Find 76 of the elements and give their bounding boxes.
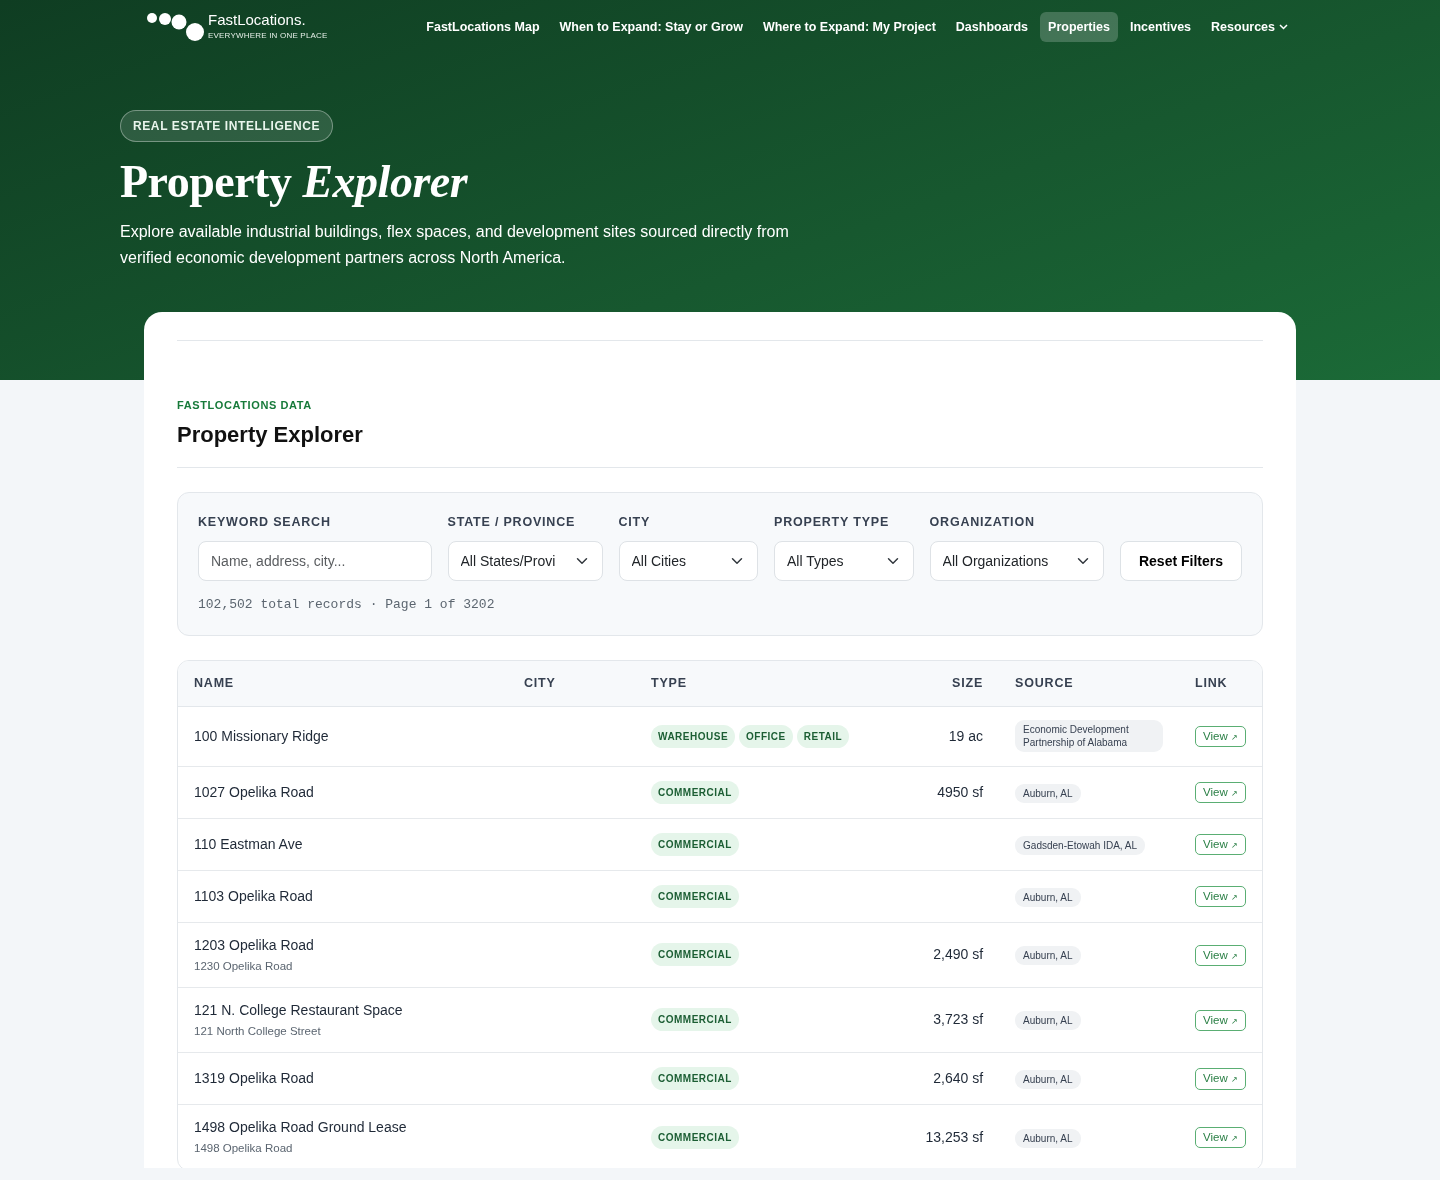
column-header: CITY [508, 660, 635, 706]
type-tag: COMMERCIAL [651, 1067, 739, 1090]
section-badge: REAL ESTATE INTELLIGENCE [120, 110, 334, 142]
view-link[interactable]: View ↗ [1195, 1068, 1246, 1090]
filter-dropdown[interactable]: All States/Provi [447, 541, 603, 582]
size-value: 2,490 sf [933, 946, 984, 963]
property-name: 1103 Opelika Road [194, 886, 314, 906]
filter-label: ORGANIZATION [929, 513, 1036, 531]
source-tag: Auburn, AL [1015, 783, 1081, 803]
records-summary: 102,502 total records · Page 1 of 3202 [198, 596, 496, 615]
type-tag: COMMERCIAL [651, 1008, 739, 1032]
filter-dropdown[interactable]: All Organizations [929, 541, 1104, 582]
property-address: 1498 Opelika Road [194, 1141, 294, 1156]
type-tag: WAREHOUSE [651, 724, 736, 748]
filter-label: KEYWORD SEARCH [198, 513, 332, 531]
view-link[interactable]: View ↗ [1195, 725, 1246, 748]
column-header: NAME [178, 660, 508, 706]
filter-dropdown[interactable]: All Types [774, 541, 914, 582]
nav-link[interactable]: Dashboards [947, 11, 1037, 43]
search-field[interactable]: Name, address, city... [198, 541, 432, 582]
view-link[interactable]: View ↗ [1195, 833, 1246, 856]
type-tag: COMMERCIAL [651, 832, 739, 856]
source-tag: Auburn, AL [1015, 887, 1081, 907]
type-tag: RETAIL [796, 724, 850, 748]
property-name: 110 Eastman Ave [194, 834, 304, 854]
property-name: 1498 Opelika Road Ground Lease [194, 1118, 408, 1137]
source-tag: Economic Development Partnership of Alabama [1015, 720, 1164, 752]
view-link[interactable]: View ↗ [1195, 781, 1246, 804]
size-value: 2,640 sf [933, 1070, 984, 1086]
section-eyebrow: FASTLOCATIONS DATA [177, 398, 313, 413]
hero-description: Explore available industrial buildings, flex spaces, and development sites sourced directly from verified economic development partners across North America. [120, 222, 790, 269]
column-header: SOURCE [999, 660, 1180, 706]
property-name: 1319 Opelika Road [194, 1069, 315, 1088]
view-link[interactable]: View ↗ [1195, 944, 1246, 966]
type-tag: COMMERCIAL [651, 943, 739, 967]
property-name: 100 Missionary Ridge [194, 726, 330, 746]
reset-filters-button[interactable]: Reset Filters [1119, 541, 1242, 582]
nav-link[interactable]: Where to Expand: My Project [754, 11, 944, 43]
column-header: SIZE [909, 660, 1000, 706]
section-title: Property Explorer [177, 420, 364, 449]
logo-dots-icon [146, 12, 204, 42]
source-tag: Auburn, AL [1015, 1128, 1081, 1148]
property-address: 1230 Opelika Road [194, 958, 294, 974]
view-link[interactable]: View ↗ [1195, 1009, 1246, 1031]
type-tag: COMMERCIAL [651, 780, 739, 804]
type-tag: COMMERCIAL [651, 884, 739, 908]
column-header: TYPE [635, 660, 910, 706]
brand-tagline: EVERYWHERE IN ONE PLACE [208, 30, 328, 42]
view-link[interactable]: View ↗ [1195, 885, 1246, 908]
property-address: 121 North College Street [194, 1023, 322, 1039]
type-tag: OFFICE [739, 724, 793, 748]
nav-link[interactable]: Resources [1203, 11, 1296, 43]
size-value: 13,253 sf [925, 1128, 984, 1145]
nav-link[interactable]: When to Expand: Stay or Grow [551, 11, 751, 43]
source-tag: Auburn, AL [1015, 946, 1081, 966]
brand-name[interactable]: FastLocations. [208, 12, 328, 27]
page-title: Property Explorer [120, 155, 469, 209]
filter-label: PROPERTY TYPE [774, 513, 891, 531]
size-value: 4950 sf [937, 783, 984, 800]
source-tag: Gadsden-Etowah IDA, AL [1015, 835, 1146, 855]
filter-label: STATE / PROVINCE [447, 513, 577, 531]
view-link[interactable]: View ↗ [1195, 1127, 1246, 1149]
size-value: 19 ac [948, 727, 984, 744]
property-name: 121 N. College Restaurant Space [194, 1000, 404, 1020]
source-tag: Auburn, AL [1015, 1070, 1081, 1089]
property-name: 1203 Opelika Road [194, 935, 315, 955]
nav-link[interactable]: Properties [1040, 11, 1118, 43]
filter-dropdown[interactable]: All Cities [618, 541, 759, 582]
property-name: 1027 Opelika Road [194, 782, 315, 802]
column-header: LINK [1179, 660, 1262, 706]
type-tag: COMMERCIAL [651, 1125, 739, 1149]
source-tag: Auburn, AL [1015, 1011, 1081, 1031]
filter-label: CITY [618, 513, 652, 531]
nav-link[interactable]: FastLocations Map [418, 11, 548, 43]
nav-link[interactable]: Incentives [1121, 11, 1200, 43]
size-value: 3,723 sf [933, 1011, 984, 1028]
